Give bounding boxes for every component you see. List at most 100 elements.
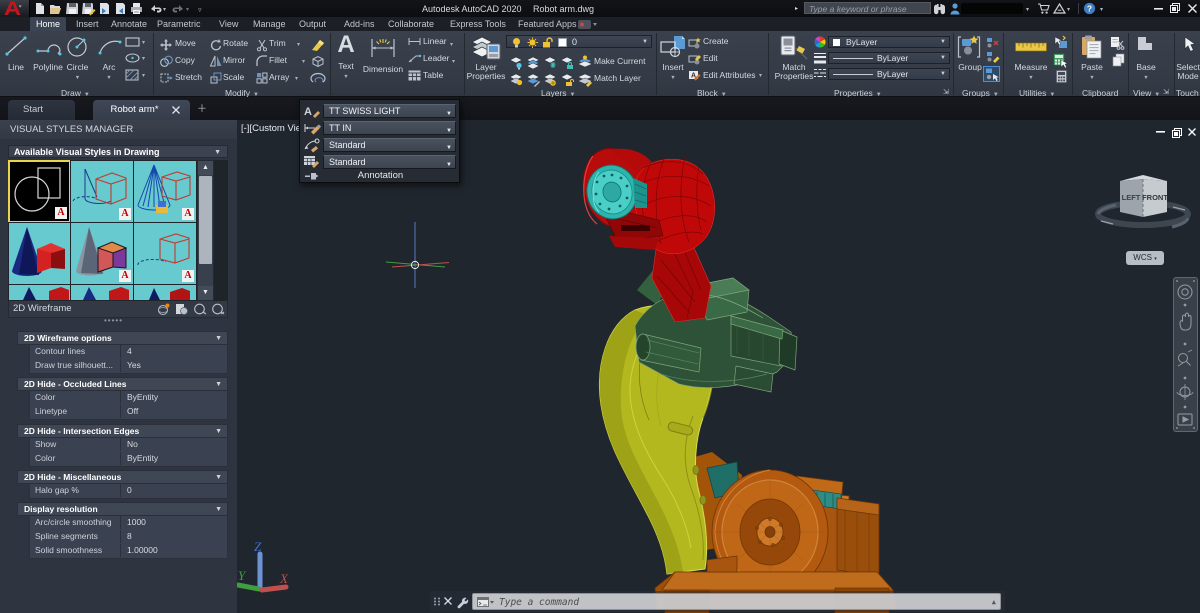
layer-unlock2-icon[interactable] (560, 73, 574, 86)
search-expand-arrow[interactable]: ▸ (795, 5, 798, 12)
edit-attributes-dropdown[interactable]: ▾ (759, 72, 762, 79)
create-style-icon[interactable] (157, 303, 170, 315)
help-dropdown[interactable]: ▾ (1100, 6, 1103, 13)
viewport-minimize-icon[interactable] (1156, 131, 1165, 133)
view-panel-label[interactable]: View ▼ (1133, 88, 1160, 98)
style-thumb-shaded-edges[interactable]: A (70, 222, 134, 285)
polyline-icon[interactable] (36, 37, 67, 56)
view-launcher-icon[interactable]: ⇲ (1163, 88, 1169, 97)
command-history-toggle[interactable]: ▲ (992, 595, 996, 610)
explode-icon[interactable] (311, 55, 325, 68)
tab-add-ins[interactable]: Add-ins (338, 17, 381, 31)
tab-featured-apps[interactable]: Featured Apps (512, 17, 583, 31)
style-thumb-2d-wireframe[interactable]: A (8, 160, 71, 223)
trim-icon[interactable] (256, 39, 268, 52)
save-web-icon[interactable] (114, 2, 127, 15)
lineweight-icon[interactable] (814, 52, 826, 64)
file-tab-close-icon[interactable] (172, 106, 180, 114)
open-file-icon[interactable] (49, 2, 62, 15)
utilities-panel-label[interactable]: Utilities ▼ (1019, 88, 1055, 98)
tab-collaborate[interactable]: Collaborate (382, 17, 440, 31)
prop-halo-gap[interactable]: Halo gap % 0 (29, 484, 228, 499)
table-style-icon[interactable] (303, 155, 321, 168)
text-button[interactable]: Text ▼ (331, 62, 361, 82)
command-customize-wrench-icon[interactable] (456, 596, 469, 609)
tab-output[interactable]: Output (293, 17, 332, 31)
stretch-button[interactable]: Stretch (175, 72, 202, 82)
help-icon[interactable]: ? (1083, 2, 1096, 15)
text-style-combo[interactable]: TT SWISS LIGHT ▼ (323, 104, 456, 118)
circle-icon[interactable] (66, 36, 90, 57)
linear-dropdown[interactable]: ▾ (450, 41, 453, 48)
section-occluded-lines[interactable]: 2D Hide - Occluded Lines ▼ (17, 377, 228, 391)
layer-on2-icon[interactable] (509, 73, 523, 86)
group-button[interactable]: Group (956, 63, 984, 72)
properties-launcher-icon[interactable]: ⇲ (943, 88, 949, 97)
layer-isolate-icon[interactable] (526, 56, 540, 70)
dimension-button[interactable]: Dimension (360, 65, 406, 74)
window-restore-button[interactable] (1170, 3, 1181, 14)
cut-icon[interactable] (1110, 36, 1125, 50)
section-miscellaneous[interactable]: 2D Hide - Miscellaneous ▼ (17, 470, 228, 484)
undo-icon[interactable] (149, 2, 162, 15)
touch-panel-label[interactable]: Touch (1176, 88, 1199, 98)
layers-panel-label[interactable]: Layers ▼ (541, 88, 575, 98)
layer-combo-dropdown[interactable]: ▼ (642, 39, 648, 45)
apply-style-icon[interactable] (175, 303, 188, 315)
viewcube-front-face[interactable]: FRONT (1142, 193, 1168, 202)
linetype-icon[interactable] (814, 68, 826, 80)
command-input[interactable]: Type a command ▲ (472, 593, 1001, 610)
save-icon[interactable] (66, 2, 79, 15)
match-layer-button[interactable]: Match Layer (594, 73, 641, 83)
tab-parametric[interactable]: Parametric (151, 17, 207, 31)
ellipse-icon[interactable] (125, 53, 141, 63)
hatch-dropdown[interactable]: ▾ (142, 72, 145, 79)
new-drawing-tab-button[interactable]: ＋ (197, 104, 208, 115)
object-color-combo[interactable]: ByLayer ▼ (828, 36, 950, 48)
copy-icon[interactable] (160, 55, 173, 67)
leader-icon[interactable] (408, 53, 422, 63)
properties-panel-label[interactable]: Properties ▼ (834, 88, 882, 98)
delete-style-icon[interactable] (211, 303, 225, 315)
edit-attributes-icon[interactable]: A (688, 69, 701, 81)
mirror-icon[interactable] (209, 55, 222, 67)
block-create-icon[interactable] (688, 37, 701, 49)
make-current-icon[interactable] (577, 55, 593, 69)
tab-manage[interactable]: Manage (247, 17, 292, 31)
drawing-canvas[interactable]: Z Y X LEFT FRONT [-][Custom Vie WCS ▾ Ty… (237, 120, 1200, 613)
dimension-style-combo[interactable]: TT IN ▼ (323, 121, 456, 135)
save-as-icon[interactable] (82, 2, 96, 16)
rotate-button[interactable]: Rotate (223, 38, 248, 48)
block-edit-icon[interactable] (688, 53, 701, 65)
search-binoculars-icon[interactable] (933, 2, 946, 15)
style-thumb-row3[interactable] (8, 284, 71, 301)
dimension-style-icon[interactable] (303, 121, 321, 135)
make-current-button[interactable]: Make Current (594, 56, 646, 66)
viewport-restore-icon[interactable] (1172, 128, 1182, 138)
palette-title[interactable]: VISUAL STYLES MANAGER (0, 120, 237, 139)
trim-dropdown[interactable]: ▾ (297, 41, 300, 48)
style-thumb-shaded[interactable] (8, 222, 71, 285)
prop-solid-smoothness[interactable]: Solid smoothness 1.00000 (29, 544, 228, 559)
prop-occluded-color[interactable]: Color ByEntity (29, 391, 228, 406)
layer-prev-icon[interactable] (543, 73, 557, 86)
quick-calc-icon[interactable] (1053, 53, 1069, 69)
style-thumb-hidden[interactable]: A (133, 160, 197, 223)
table-style-combo[interactable]: Standard ▼ (323, 155, 456, 169)
layer-off-icon[interactable] (509, 56, 523, 70)
scale-button[interactable]: Scale (223, 72, 244, 82)
tab-options-icon[interactable] (578, 20, 598, 29)
tab-home[interactable]: Home (30, 17, 67, 31)
command-bar[interactable]: Type a command ▲ (430, 591, 1005, 612)
prop-intersection-show[interactable]: Show No (29, 438, 228, 453)
block-panel-label[interactable]: Block ▼ (697, 88, 727, 98)
insert-button[interactable]: Insert ▼ (658, 63, 688, 83)
scroll-down-arrow[interactable]: ▼ (198, 286, 213, 300)
modify-panel-label[interactable]: Modify ▼ (225, 88, 259, 98)
available-styles-header[interactable]: Available Visual Styles in Drawing ▼ (8, 145, 228, 158)
copy-clip-icon[interactable] (1112, 53, 1125, 67)
arc-icon[interactable] (98, 36, 122, 55)
section-display-resolution[interactable]: Display resolution ▼ (17, 502, 228, 516)
array-icon[interactable] (256, 72, 268, 84)
polyline-button[interactable]: Polyline (30, 63, 66, 72)
